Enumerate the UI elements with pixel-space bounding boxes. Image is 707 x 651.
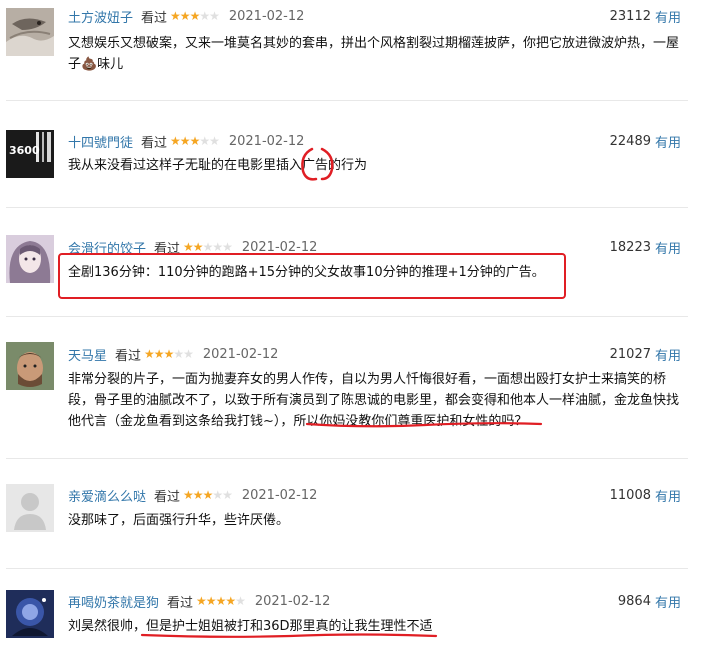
divider (6, 100, 688, 101)
star-icon: ★ (215, 594, 227, 608)
rating-stars: ★ ★ ★ ★ ★ (196, 594, 246, 608)
vote-count: 11008 (609, 487, 651, 503)
avatar-label: 3600 (9, 144, 40, 157)
watched-label: 看过 (154, 489, 181, 505)
vote-count: 22489 (609, 133, 651, 149)
review-item: 会滑行的饺子 看过 ★ ★ ★ ★ ★ 2021-02-12 18223 有用 全剧13… (0, 231, 707, 311)
useful-button[interactable]: 有用 (655, 132, 681, 151)
star-icon: ★ (183, 240, 194, 254)
star-icon: ★ (183, 488, 194, 502)
review-item: 土方波妞子 看过 ★ ★ ★ ★ ★ 2021-02-12 23112 有用 又想娱乐又… (0, 0, 707, 110)
rating-stars: ★ ★ ★ ★ ★ (170, 9, 220, 23)
star-icon: ★ (212, 488, 223, 502)
username-link[interactable]: 十四號門徒 (68, 132, 133, 151)
star-icon: ★ (179, 134, 191, 148)
star-icon: ★ (196, 594, 207, 608)
watched-label: 看过 (141, 135, 168, 151)
username-link[interactable]: 亲爱滴么么哒 (68, 486, 146, 505)
review-text-line: 刘昊然很帅，但是护士姐姐被打和36D那里真的让我生理性不适 (68, 619, 433, 634)
review-date: 2021-02-12 (241, 487, 318, 503)
watched-label: 看过 (141, 10, 168, 26)
review-item: 天马星 看过 ★ ★ ★ ★ ★ 2021-02-12 21027 有用 非常分裂的片子… (0, 338, 707, 448)
review-text-line: 段，骨子里的油腻改不了，以致于所有演员到了陈思诚的电影里，都会变得和他本人一样油… (68, 393, 680, 408)
review-item: 3600 十四號門徒 看过 ★ ★ ★ ★ ★ 2021-02-12 22489 有用 … (0, 125, 707, 205)
useful-button[interactable]: 有用 (655, 486, 681, 505)
review-item: 再喝奶茶就是狗 看过 ★ ★ ★ ★ ★ 2021-02-12 9864 有用 刘昊然很… (0, 587, 707, 651)
username-link[interactable]: 天马星 (68, 345, 107, 364)
review-date: 2021-02-12 (228, 8, 305, 24)
star-icon: ★ (199, 9, 210, 23)
rating-stars: ★ ★ ★ ★ ★ (144, 347, 194, 361)
star-icon: ★ (163, 347, 175, 361)
review-text-line: 子💩味儿 (68, 57, 124, 72)
username-link[interactable]: 土方波妞子 (68, 7, 133, 26)
star-icon: ★ (183, 347, 194, 361)
star-icon: ★ (199, 134, 210, 148)
vote-count: 18223 (609, 239, 651, 255)
star-icon: ★ (235, 594, 246, 608)
watched-label: 看过 (167, 595, 194, 611)
avatar[interactable] (6, 342, 54, 390)
star-icon: ★ (205, 594, 217, 608)
star-icon: ★ (192, 240, 204, 254)
star-icon: ★ (222, 240, 233, 254)
divider (6, 458, 688, 459)
star-icon: ★ (170, 134, 181, 148)
review-text-line: 非常分裂的片子，一面为抛妻弃女的男人作传，自以为男人忏悔很好看，一面想出殴打女护… (68, 372, 667, 387)
avatar[interactable] (6, 235, 54, 283)
star-icon: ★ (189, 134, 201, 148)
star-icon: ★ (209, 134, 220, 148)
review-date: 2021-02-12 (202, 346, 279, 362)
star-icon: ★ (222, 488, 233, 502)
rating-stars: ★ ★ ★ ★ ★ (170, 134, 220, 148)
review-text-line: 又想娱乐又想破案，又来一堆莫名其妙的套串，拼出个风格割裂过期榴莲披萨，你把它放进… (68, 36, 680, 51)
avatar[interactable] (6, 590, 54, 638)
star-icon: ★ (189, 9, 201, 23)
useful-button[interactable]: 有用 (655, 238, 681, 257)
username-link[interactable]: 再喝奶茶就是狗 (68, 592, 159, 611)
star-icon: ★ (209, 9, 220, 23)
vote-count: 9864 (617, 593, 651, 609)
useful-button[interactable]: 有用 (655, 7, 681, 26)
avatar[interactable] (6, 484, 54, 532)
star-icon: ★ (173, 347, 184, 361)
star-icon: ★ (144, 347, 155, 361)
watched-label: 看过 (115, 348, 142, 364)
useful-button[interactable]: 有用 (655, 345, 681, 364)
star-icon: ★ (212, 240, 223, 254)
rating-stars: ★ ★ ★ ★ ★ (183, 488, 233, 502)
rating-stars: ★ ★ ★ ★ ★ (183, 240, 233, 254)
star-icon: ★ (192, 488, 204, 502)
divider (6, 207, 688, 208)
review-date: 2021-02-12 (228, 133, 305, 149)
star-icon: ★ (153, 347, 165, 361)
avatar[interactable]: 3600 (6, 130, 54, 178)
star-icon: ★ (225, 594, 236, 608)
divider (6, 316, 688, 317)
vote-count: 21027 (609, 346, 651, 362)
useful-button[interactable]: 有用 (655, 592, 681, 611)
review-text-line: 他代言（金龙鱼看到这条给我打钱~），所以你妈没教你们尊重医护和女性的吗？ (68, 414, 528, 429)
avatar[interactable] (6, 8, 54, 56)
review-item: 亲爱滴么么哒 看过 ★ ★ ★ ★ ★ 2021-02-12 11008 有用 没那味了… (0, 481, 707, 561)
red-box-annotation (58, 253, 566, 299)
star-icon: ★ (179, 9, 191, 23)
star-icon: ★ (202, 488, 214, 502)
review-text-line: 没那味了，后面强行升华，些许厌倦。 (68, 513, 290, 528)
star-icon: ★ (170, 9, 181, 23)
vote-count: 23112 (609, 8, 651, 24)
divider (6, 568, 688, 569)
review-date: 2021-02-12 (254, 593, 331, 609)
review-text-line: 我从来没看过这样子无耻的在电影里插入广告的行为 (68, 158, 368, 173)
star-icon: ★ (202, 240, 214, 254)
